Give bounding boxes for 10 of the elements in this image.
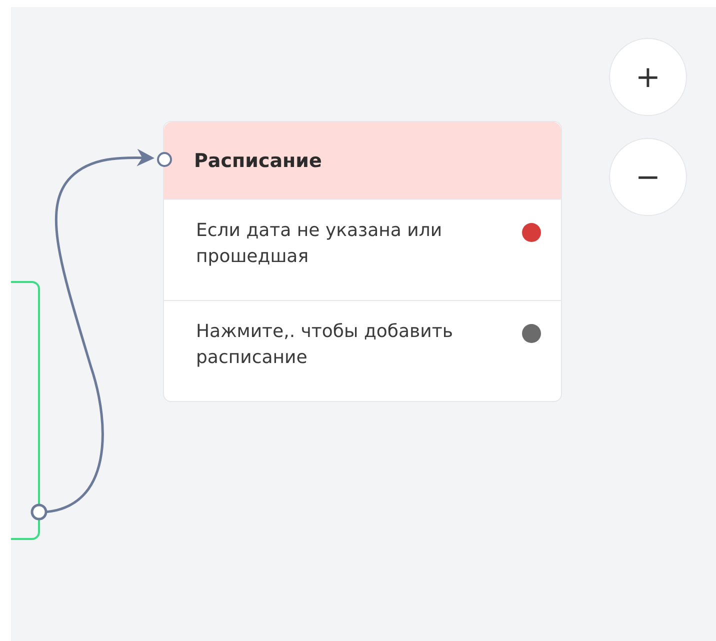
zoom-button[interactable]: + <box>609 38 687 116</box>
zoom-button[interactable]: − <box>609 138 687 216</box>
node-row[interactable]: Если дата не указана или прошедшая <box>164 200 561 301</box>
node-row[interactable]: Нажмите,. чтобы добавить расписание <box>164 301 561 401</box>
node-card[interactable] <box>11 281 40 540</box>
node-title: Расписание <box>194 150 322 172</box>
input-port[interactable] <box>157 152 172 167</box>
row-label: Нажмите,. чтобы добавить расписание <box>196 320 454 370</box>
output-port[interactable] <box>30 504 48 520</box>
row-label: Если дата не указана или прошедшая <box>196 219 444 269</box>
